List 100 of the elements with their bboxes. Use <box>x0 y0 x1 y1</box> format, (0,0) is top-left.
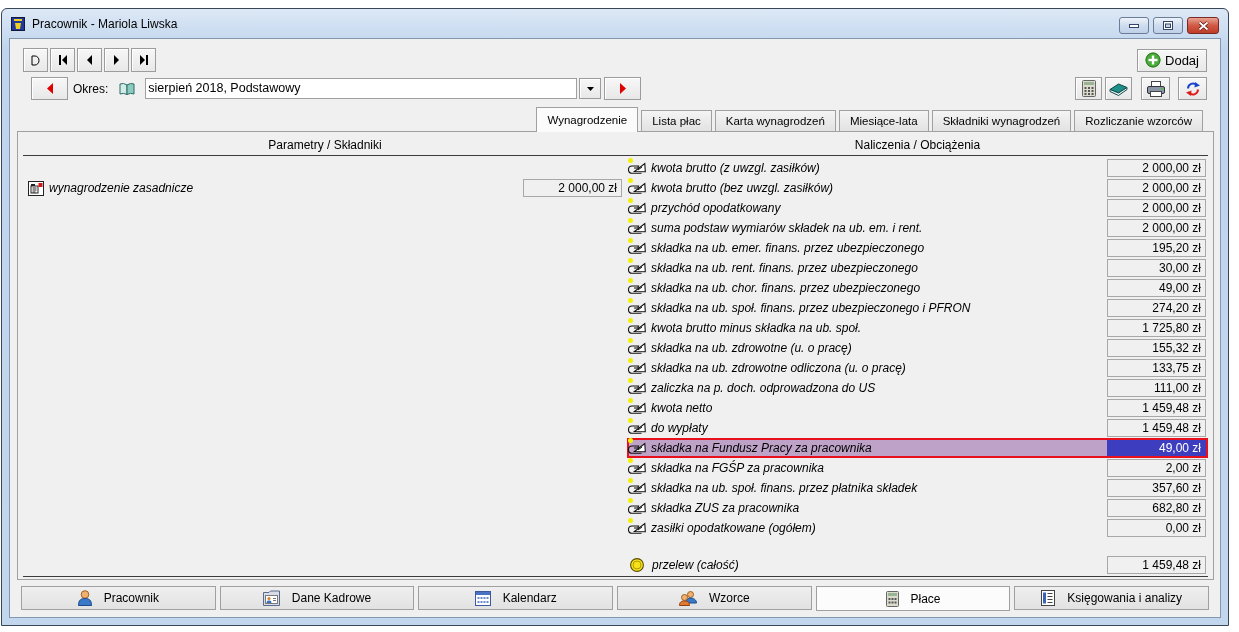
close-button[interactable] <box>1187 17 1219 34</box>
list-row[interactable]: kwota netto 1 459,48 zł <box>627 398 1208 418</box>
row-label: składka na ub. społ. finans. przez ubezpieczonego i PFRON <box>651 301 971 315</box>
minimize-icon <box>1129 23 1139 28</box>
hand-card-icon <box>628 322 646 334</box>
refresh-icon <box>1184 80 1201 97</box>
book-icon <box>1109 81 1128 96</box>
tab[interactable]: Wzorce <box>617 586 812 610</box>
previous-button[interactable] <box>77 48 102 72</box>
hand-card-icon <box>628 382 646 394</box>
skip-last-icon <box>139 55 148 65</box>
row-label: przychód opodatkowany <box>651 201 781 215</box>
book-button[interactable] <box>1105 77 1132 100</box>
first-button[interactable] <box>50 48 75 72</box>
hand-card-icon <box>628 502 646 514</box>
list-row[interactable]: składka na ub. rent. finans. przez ubezpieczonego 30,00 zł <box>627 258 1208 278</box>
next-button[interactable] <box>104 48 129 72</box>
refresh-button[interactable] <box>1178 77 1207 100</box>
list-row[interactable]: zaliczka na p. doch. odprowadzona do US 111,00 zł <box>627 378 1208 398</box>
amount-field: 0,00 zł <box>1107 519 1206 537</box>
row-label: składka na ub. społ. finans. przez płatnika składek <box>651 481 918 495</box>
list-row[interactable]: składka ZUS za pracownika 682,80 zł <box>627 498 1208 518</box>
next-period-button[interactable] <box>604 77 642 100</box>
row-label: suma podstaw wymiarów składek na ub. em. i rent. <box>651 221 923 235</box>
list-row[interactable]: składka na ub. chor. finans. przez ubezpieczonego 49,00 zł <box>627 278 1208 298</box>
amount-field: 133,75 zł <box>1107 359 1206 377</box>
amount-field: 49,00 zł <box>1107 279 1206 297</box>
list-row[interactable]: składka na ub. społ. finans. przez ubezpieczonego i PFRON 274,20 zł <box>627 298 1208 318</box>
minimize-button[interactable] <box>1119 17 1149 34</box>
row-label: składka na FGŚP za pracownika <box>651 461 824 475</box>
form-icon <box>28 180 44 196</box>
amount-field: 2 000,00 zł <box>523 179 622 197</box>
list-row[interactable]: składka na ub. społ. finans. przez płatnika składek 357,60 zł <box>627 478 1208 498</box>
hand-card-icon <box>628 182 646 194</box>
list-row[interactable]: składka na ub. zdrowotne odliczona (u. o pracę) 133,75 zł <box>627 358 1208 378</box>
column-header: Naliczenia / Obciążenia <box>854 138 981 152</box>
amount-field: 155,32 zł <box>1107 339 1206 357</box>
tab[interactable]: Płace <box>815 586 1011 611</box>
amount-field: 2 000,00 zł <box>1107 219 1206 237</box>
hand-card-icon <box>628 522 646 534</box>
tab[interactable]: Księgowania i analizy <box>1014 586 1210 610</box>
list-row[interactable]: zasiłki opodatkowane (ogółem) 0,00 zł <box>627 518 1208 538</box>
amount-field: 2,00 zł <box>1107 459 1206 477</box>
calculator-icon <box>885 590 899 607</box>
last-button[interactable] <box>131 48 156 72</box>
row-label: zaliczka na p. doch. odprowadzona do US <box>651 381 876 395</box>
hand-card-icon <box>628 262 646 274</box>
list-row[interactable]: kwota brutto minus składka na ub. społ. 1 725,80 zł <box>627 318 1208 338</box>
list-row[interactable]: suma podstaw wymiarów składek na ub. em. i rent. 2 000,00 zł <box>627 218 1208 238</box>
row-label: składka na ub. rent. finans. przez ubezpieczonego <box>651 261 918 275</box>
open-book-icon <box>119 81 136 96</box>
print-button[interactable] <box>1141 77 1170 100</box>
period-field[interactable]: sierpień 2018, Podstawowy <box>145 78 578 99</box>
amount-field: 1 459,48 zł <box>1107 556 1206 574</box>
previous-period-button[interactable] <box>31 77 68 100</box>
new-record-button[interactable] <box>23 48 48 72</box>
hand-card-icon <box>628 342 646 354</box>
tab[interactable]: Wynagrodzenie <box>536 107 639 132</box>
tab[interactable]: Miesiące-lata <box>838 110 929 131</box>
tab[interactable]: Pracownik <box>21 586 216 610</box>
tab[interactable]: Lista płac <box>641 110 712 131</box>
list-row[interactable]: składka na ub. zdrowotne (u. o pracę) 155,32 zł <box>627 338 1208 358</box>
tab[interactable]: Składniki wynagrodzeń <box>931 110 1072 131</box>
row-label: kwota brutto minus składka na ub. społ. <box>651 321 862 335</box>
list-row[interactable]: kwota brutto (z uwzgl. zasiłków) 2 000,00 zł <box>627 158 1208 178</box>
list-row[interactable]: do wypłaty 1 459,48 zł <box>627 418 1208 438</box>
list-row[interactable]: przychód opodatkowany 2 000,00 zł <box>627 198 1208 218</box>
add-button[interactable]: Dodaj <box>1137 48 1207 72</box>
dropdown-button[interactable] <box>579 78 602 99</box>
hand-card-icon <box>628 462 646 474</box>
triangle-left-icon <box>87 55 92 65</box>
maximize-button[interactable] <box>1153 17 1183 34</box>
row-label: składka na Fundusz Pracy za pracownika <box>651 441 872 455</box>
parameter-label: wynagrodzenie zasadnicze <box>49 181 194 195</box>
row-label: składka na ub. emer. finans. przez ubezpieczonego <box>651 241 925 255</box>
triangle-left-icon <box>46 83 53 94</box>
hand-card-icon <box>628 402 646 414</box>
row-label: kwota brutto (bez uwzgl. zasiłków) <box>651 181 834 195</box>
list-row[interactable]: składka na Fundusz Pracy za pracownika 49,00 zł <box>627 438 1208 458</box>
tab[interactable]: Kalendarz <box>418 586 613 610</box>
amount-field: 1 459,48 zł <box>1107 399 1206 417</box>
hand-card-icon <box>628 242 646 254</box>
amount-field: 2 000,00 zł <box>1107 159 1206 177</box>
list-row[interactable]: składka na FGŚP za pracownika 2,00 zł <box>627 458 1208 478</box>
d-shape-icon <box>31 54 40 66</box>
maximize-icon <box>1163 21 1173 30</box>
tab[interactable]: Karta wynagrodzeń <box>714 110 836 131</box>
tab[interactable]: Dane Kadrowe <box>219 586 415 610</box>
hand-card-icon <box>628 162 646 174</box>
list-row[interactable]: kwota brutto (bez uwzgl. zasiłków) 2 000,00 zł <box>627 178 1208 198</box>
triangle-right-icon <box>619 83 626 94</box>
hand-card-icon <box>628 362 646 374</box>
calculator-button[interactable] <box>1075 77 1102 100</box>
plus-icon <box>1145 52 1161 68</box>
row-label: składka na ub. chor. finans. przez ubezpieczonego <box>651 281 921 295</box>
row-label: składka na ub. zdrowotne (u. o pracę) <box>651 341 852 355</box>
id-card-icon <box>262 590 280 606</box>
row-label: składka ZUS za pracownika <box>651 501 800 515</box>
list-row[interactable]: składka na ub. emer. finans. przez ubezpieczonego 195,20 zł <box>627 238 1208 258</box>
tab[interactable]: Rozliczanie wzorców <box>1074 110 1203 131</box>
